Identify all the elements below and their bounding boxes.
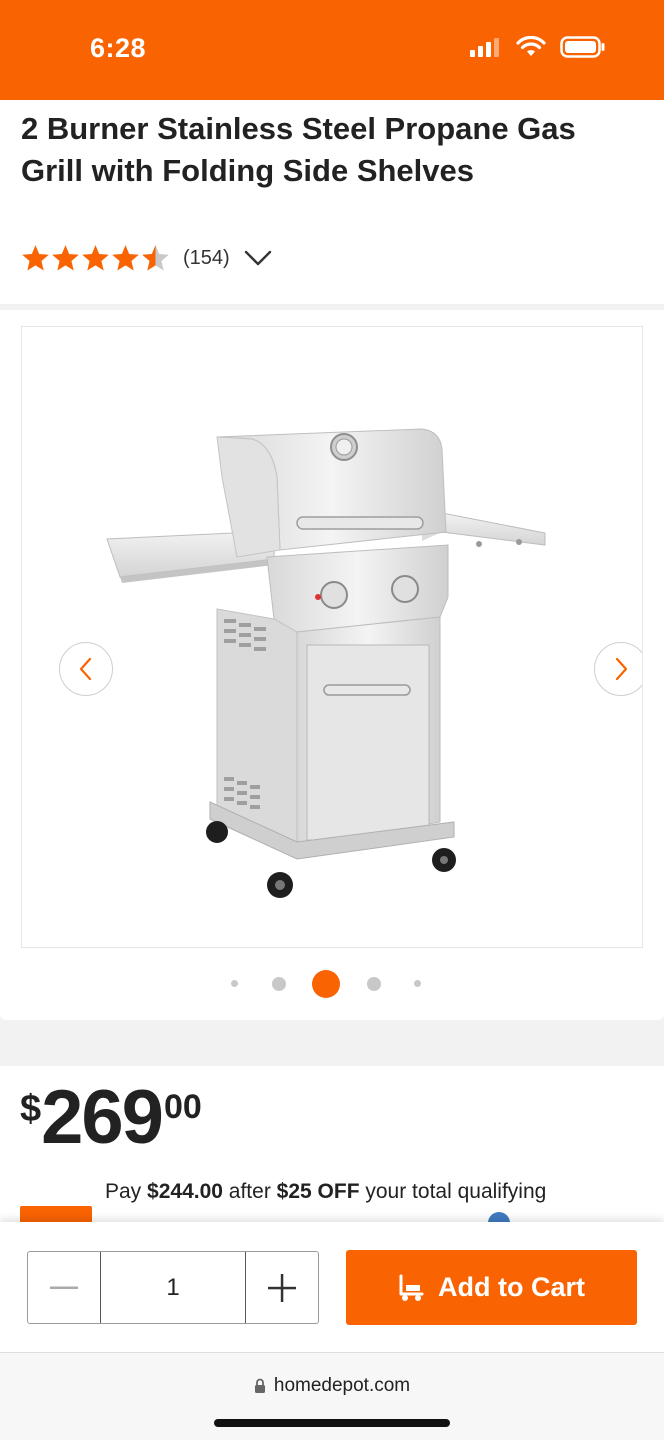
add-to-cart-button[interactable]: Add to Cart	[346, 1250, 637, 1325]
browser-bar: homedepot.com	[0, 1352, 664, 1440]
cellular-signal-icon	[470, 38, 499, 57]
plus-icon	[268, 1273, 296, 1302]
minus-icon	[50, 1286, 78, 1289]
battery-icon	[560, 36, 605, 58]
review-count[interactable]: (154)	[183, 247, 230, 270]
promo-offer[interactable]: Pay $244.00 after $25 OFF your total qua…	[105, 1180, 546, 1204]
chevron-right-icon	[615, 657, 628, 681]
add-to-cart-bar: 1 Add to Cart	[0, 1222, 664, 1352]
star-icon	[82, 245, 109, 271]
chevron-left-icon	[79, 657, 92, 681]
next-image-button[interactable]	[594, 642, 642, 696]
status-icons	[470, 36, 606, 58]
price-cents: 00	[163, 1088, 202, 1126]
carousel-dot-active[interactable]	[312, 970, 340, 998]
star-icon	[52, 245, 79, 271]
url-bar[interactable]: homedepot.com	[0, 1375, 664, 1397]
carousel-dot[interactable]	[414, 980, 421, 987]
promo-price: $244.00	[147, 1180, 223, 1203]
previous-image-button[interactable]	[59, 642, 113, 696]
carousel-dots	[0, 970, 664, 998]
chevron-down-icon[interactable]	[244, 249, 272, 267]
status-time: 6:28	[90, 33, 147, 63]
promo-discount: $25 OFF	[276, 1180, 360, 1203]
cart-icon	[399, 1274, 424, 1301]
url-text: homedepot.com	[273, 1375, 411, 1396]
quantity-input[interactable]: 1	[100, 1252, 246, 1323]
quantity-stepper: 1	[27, 1251, 319, 1324]
increase-quantity-button[interactable]	[246, 1252, 318, 1323]
add-to-cart-label: Add to Cart	[438, 1272, 585, 1302]
carousel-dot[interactable]	[231, 980, 238, 987]
price-currency-symbol: $	[20, 1088, 42, 1130]
star-icon	[112, 245, 139, 271]
carousel-dot[interactable]	[367, 977, 381, 991]
star-icon	[22, 245, 49, 271]
star-rating	[21, 244, 170, 272]
carousel-dot[interactable]	[272, 977, 286, 991]
half-star-icon	[142, 245, 169, 271]
lock-icon	[254, 1378, 265, 1393]
price-section: $ 269 00 Pay $244.00 after $25 OFF your …	[0, 1066, 664, 1228]
rating-summary[interactable]: (154)	[21, 244, 272, 272]
product-gallery	[0, 310, 664, 1020]
decrease-quantity-button[interactable]	[28, 1252, 100, 1323]
product-header: 2 Burner Stainless Steel Propane Gas Gri…	[0, 100, 664, 304]
product-title: 2 Burner Stainless Steel Propane Gas Gri…	[21, 111, 576, 188]
grill-image	[106, 428, 546, 898]
wifi-icon	[516, 36, 546, 56]
status-bar: 6:28	[0, 0, 664, 100]
product-image[interactable]	[21, 326, 643, 948]
price-dollars: 269	[41, 1075, 164, 1160]
product-price: $ 269 00	[20, 1078, 202, 1158]
home-indicator[interactable]	[214, 1419, 450, 1427]
